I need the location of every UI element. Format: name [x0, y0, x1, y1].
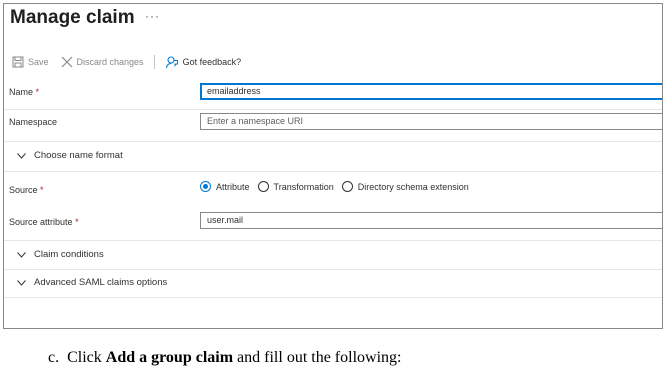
claim-conditions-expander[interactable]: Claim conditions [17, 249, 104, 260]
chevron-down-icon [17, 279, 26, 286]
discard-changes-label: Discard changes [76, 57, 144, 67]
close-icon [61, 56, 73, 68]
name-input[interactable]: emailaddress [200, 83, 662, 100]
manage-claim-panel: Manage claim ··· Save Discard changes Go… [3, 3, 663, 329]
got-feedback-button[interactable]: Got feedback? [165, 55, 242, 69]
advanced-saml-claims-expander[interactable]: Advanced SAML claims options [17, 277, 167, 288]
page-title: Manage claim [10, 7, 135, 28]
source-option-label: Directory schema extension [357, 181, 469, 192]
toolbar-divider [153, 55, 155, 69]
save-button[interactable]: Save [12, 56, 49, 68]
claim-conditions-label: Claim conditions [34, 249, 104, 260]
save-icon [12, 56, 24, 68]
source-label-text: Source [9, 185, 38, 195]
chevron-down-icon [17, 251, 26, 258]
namespace-input[interactable]: Enter a namespace URI [200, 113, 662, 130]
source-option-attribute[interactable]: Attribute [200, 181, 250, 192]
required-mark: * [75, 217, 79, 227]
instruction-suffix: and fill out the following: [233, 349, 402, 366]
radio-unselected-icon [341, 181, 353, 192]
command-bar: Save Discard changes Got feedback? [12, 54, 241, 70]
advanced-saml-claims-label: Advanced SAML claims options [34, 277, 168, 288]
radio-selected-icon [200, 181, 211, 192]
row-divider [4, 109, 662, 110]
row-divider [4, 171, 662, 172]
namespace-label: Namespace [9, 117, 58, 127]
row-divider [4, 240, 662, 241]
instruction-bold: Add a group claim [105, 349, 234, 366]
required-mark: * [40, 185, 44, 195]
name-label: Name * [9, 87, 39, 97]
source-attribute-label: Source attribute * [9, 217, 79, 227]
discard-changes-button[interactable]: Discard changes [61, 56, 144, 68]
instruction-prefix: c. Click [48, 349, 106, 366]
radio-unselected-icon [257, 181, 269, 192]
row-divider [4, 297, 662, 298]
source-attribute-label-text: Source attribute [9, 217, 73, 227]
source-option-transformation[interactable]: Transformation [257, 181, 334, 192]
feedback-icon [165, 55, 179, 69]
choose-name-format-label: Choose name format [34, 150, 123, 161]
more-options-button[interactable]: ··· [145, 9, 160, 23]
got-feedback-label: Got feedback? [182, 57, 242, 67]
required-mark: * [35, 87, 40, 97]
row-divider [4, 269, 662, 270]
source-option-label: Transformation [273, 181, 334, 192]
choose-name-format-expander[interactable]: Choose name format [17, 150, 123, 161]
chevron-down-icon [17, 152, 26, 159]
source-radio-group: Attribute Transformation Directory schem… [200, 181, 477, 192]
source-option-label: Attribute [216, 181, 250, 192]
name-label-text: Name [9, 87, 34, 97]
source-label: Source * [9, 185, 44, 195]
save-label: Save [28, 57, 49, 67]
source-option-directory-schema-extension[interactable]: Directory schema extension [341, 181, 469, 192]
source-attribute-input[interactable]: user.mail [200, 212, 662, 229]
row-divider [4, 141, 662, 142]
instruction-step: c. Click Add a group claim and fill out … [48, 349, 401, 367]
